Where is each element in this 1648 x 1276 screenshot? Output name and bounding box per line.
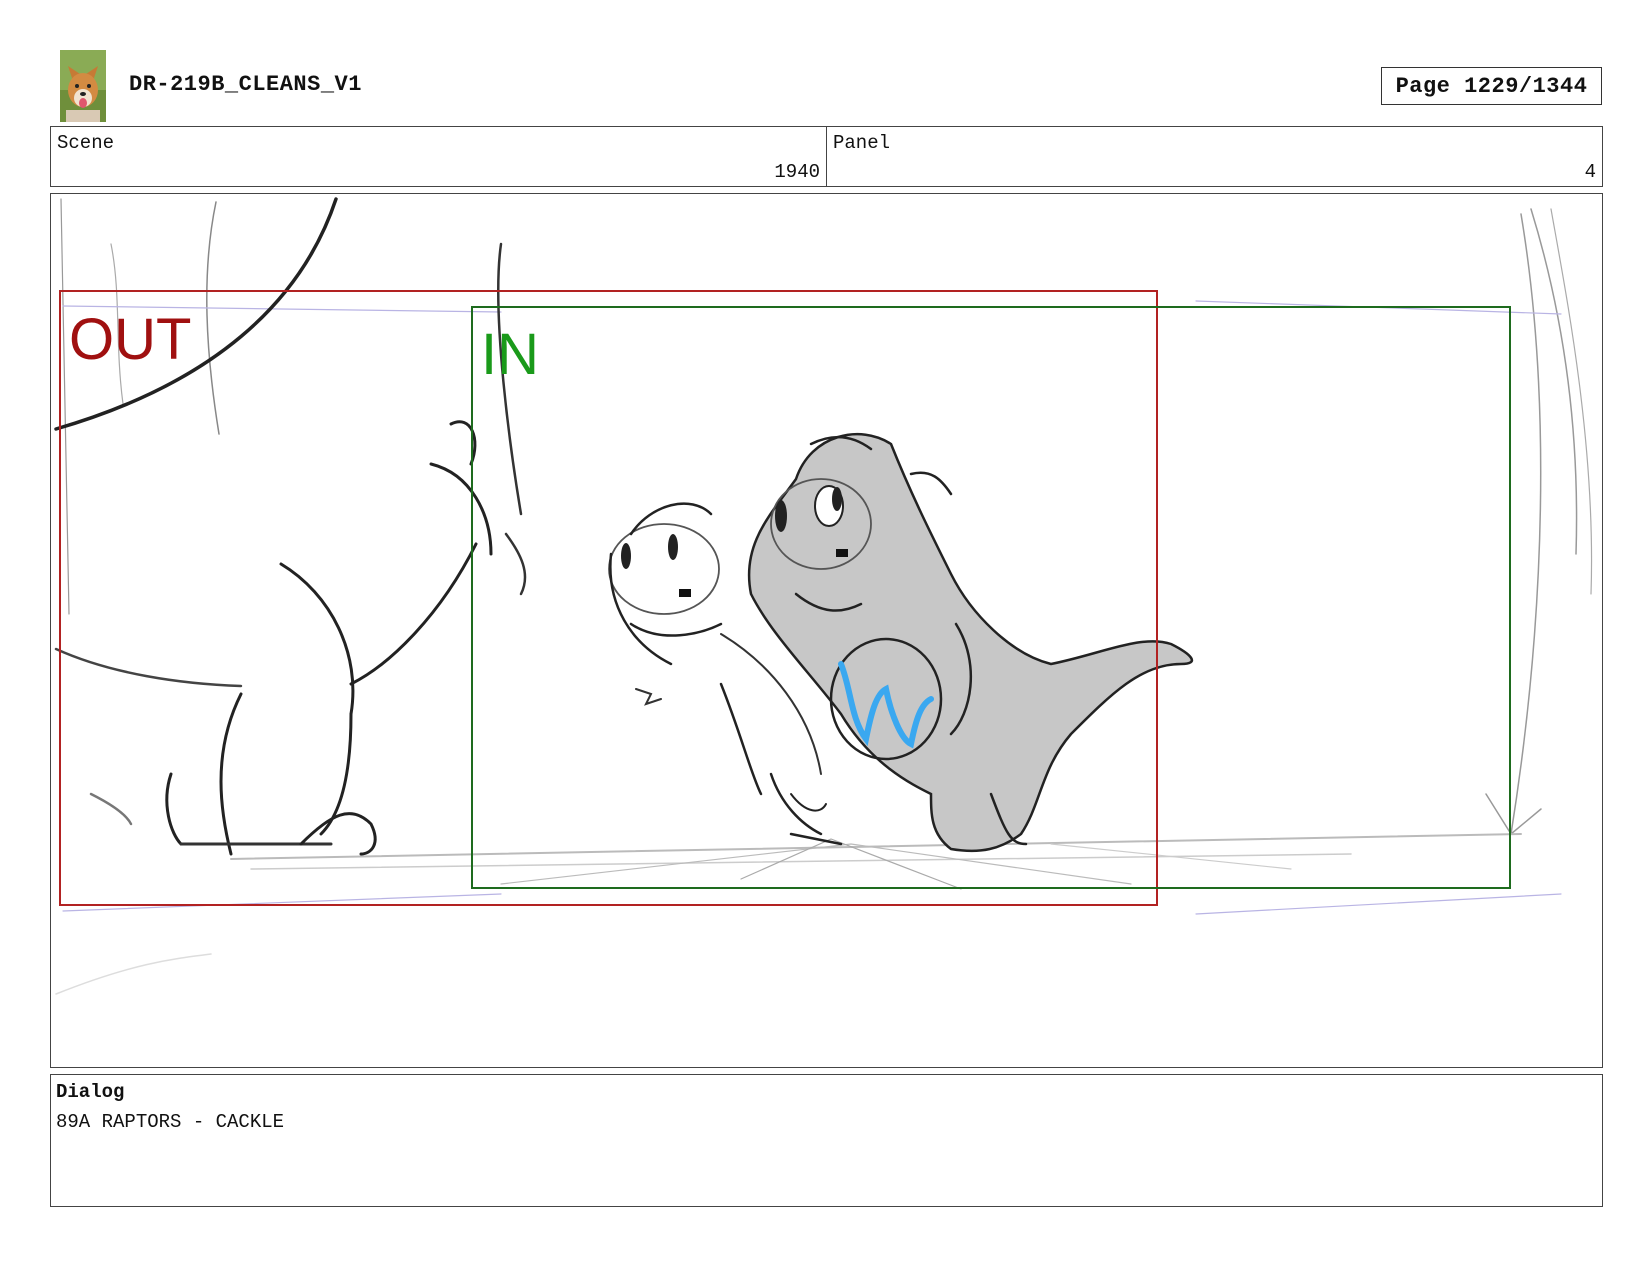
- panel-label: Panel: [833, 132, 891, 154]
- in-label: IN: [481, 322, 539, 387]
- page-number: Page 1229/1344: [1381, 67, 1602, 105]
- scene-value: 1940: [774, 161, 820, 183]
- document-title: DR-219B_CLEANS_V1: [129, 72, 362, 97]
- panel-value: 4: [1584, 161, 1596, 183]
- scene-label: Scene: [57, 132, 115, 154]
- storyboard-panel: OUT IN: [50, 193, 1603, 1068]
- dialog-text: 89A RAPTORS - CACKLE: [56, 1111, 285, 1133]
- scene-cell: Scene 1940: [51, 127, 826, 186]
- scene-panel-info: Scene 1940 Panel 4: [50, 126, 1603, 187]
- dog-avatar-icon: [60, 50, 106, 122]
- dialog-label: Dialog: [56, 1081, 125, 1103]
- out-label: OUT: [69, 307, 191, 372]
- panel-cell: Panel 4: [826, 127, 1602, 186]
- dialog-section: Dialog 89A RAPTORS - CACKLE: [50, 1074, 1603, 1207]
- storyboard-drawing: OUT IN: [54, 197, 1593, 995]
